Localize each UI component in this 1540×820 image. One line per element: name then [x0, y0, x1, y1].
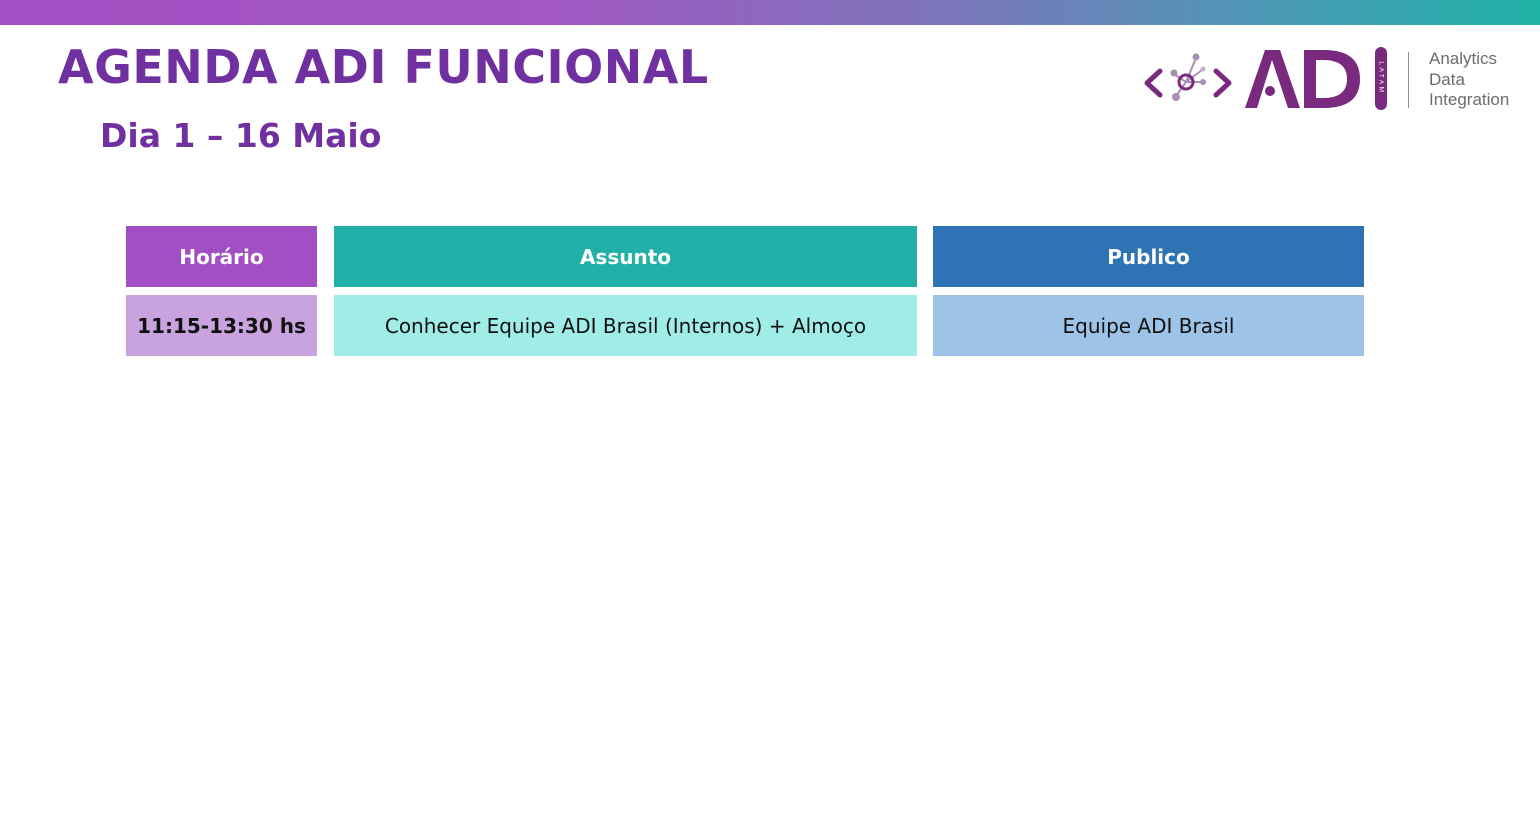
logo-latam-text: LATAM	[1377, 61, 1384, 94]
logo-tagline: Analytics Data Integration	[1429, 49, 1509, 111]
logo-tagline-line: Integration	[1429, 90, 1510, 109]
logo-divider	[1408, 52, 1409, 108]
page-title: AGENDA ADI FUNCIONAL	[58, 40, 709, 94]
page-subtitle: Dia 1 – 16 Maio	[100, 116, 382, 155]
bracket-right-icon	[1213, 68, 1232, 98]
adi-logo-graphic: LATAM	[1144, 47, 1387, 110]
header-publico: Publico	[933, 226, 1364, 287]
top-gradient-bar	[0, 0, 1540, 25]
slide: AGENDA ADI FUNCIONAL Dia 1 – 16 Maio LAT…	[0, 0, 1540, 820]
logo-tagline-line: Data	[1429, 69, 1465, 89]
header-assunto: Assunto	[334, 226, 917, 287]
logo-letter-a	[1245, 50, 1300, 108]
adi-logo: LATAM Analytics Data Integration	[1140, 44, 1520, 116]
bracket-left-icon	[1144, 68, 1163, 98]
logo-tagline-line: Analytics	[1429, 49, 1498, 68]
logo-letter-d	[1304, 50, 1360, 108]
network-molecule-icon	[1170, 53, 1206, 101]
cell-publico: Equipe ADI Brasil	[933, 295, 1364, 356]
cell-horario: 11:15-13:30 hs	[126, 295, 317, 356]
header-horario: Horário	[126, 226, 317, 287]
cell-assunto: Conhecer Equipe ADI Brasil (Internos) + …	[334, 295, 917, 356]
agenda-table: Horário Assunto Publico 11:15-13:30 hs C…	[126, 226, 1364, 356]
